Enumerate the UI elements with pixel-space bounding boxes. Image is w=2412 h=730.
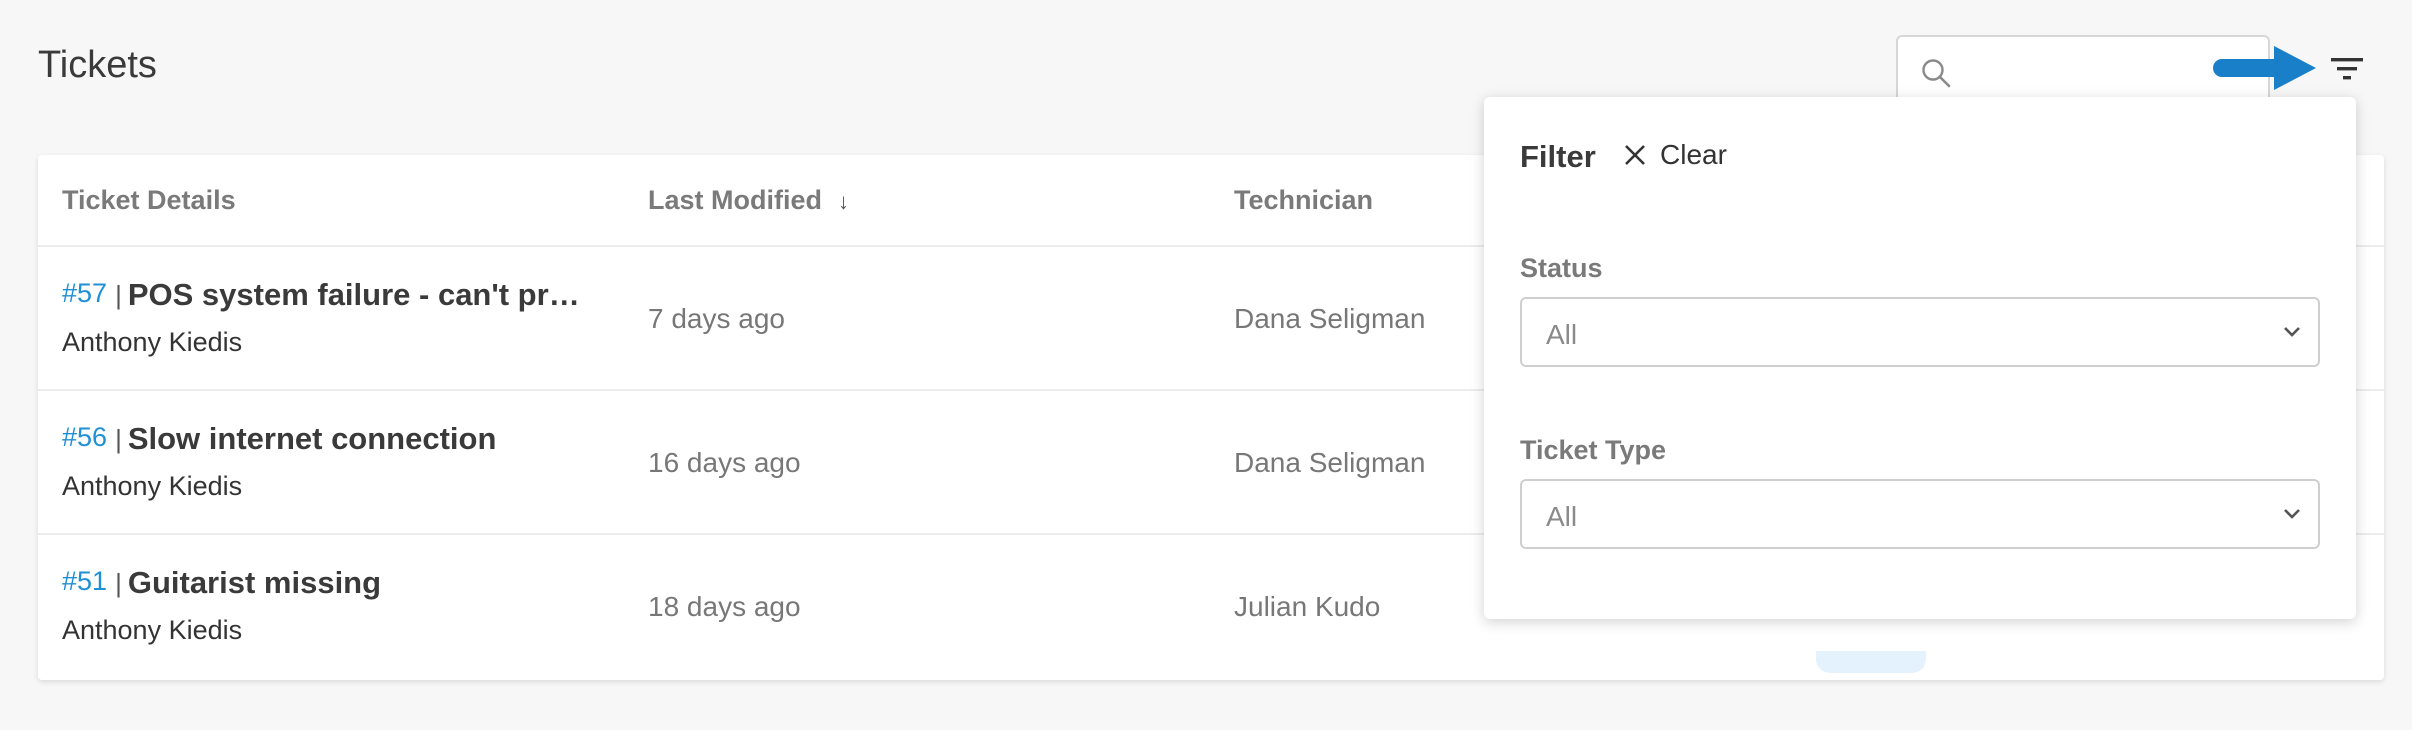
ticket-technician: Dana Seligman	[1234, 447, 1426, 478]
clear-filter-button[interactable]: Clear	[1624, 139, 1727, 171]
status-select-value: All	[1546, 319, 1578, 350]
annotation-arrow-icon	[2213, 46, 2316, 90]
filter-toggle-button[interactable]	[2322, 44, 2372, 94]
search-input[interactable]	[1962, 47, 2252, 91]
ticket-type-select[interactable]: All	[1520, 479, 2320, 549]
ticket-last-modified: 16 days ago	[648, 447, 801, 478]
search-icon	[1922, 59, 1951, 88]
filter-panel: Filter Clear Status All Ticket Type All	[1484, 97, 2356, 619]
ticket-requester: Anthony Kiedis	[62, 615, 243, 645]
ticket-requester: Anthony Kiedis	[62, 471, 243, 501]
ticket-requester: Anthony Kiedis	[62, 327, 243, 357]
column-header-ticket-details: Ticket Details	[62, 185, 236, 215]
clear-filter-label: Clear	[1660, 139, 1727, 170]
column-header-last-modified[interactable]: Last Modified ↓	[648, 185, 849, 216]
ticket-technician: Julian Kudo	[1234, 591, 1381, 622]
ticket-title[interactable]: POS system failure - can't process payme…	[128, 277, 596, 313]
ticket-technician: Dana Seligman	[1234, 303, 1426, 334]
ticket-number-link[interactable]: #51	[62, 566, 107, 596]
chevron-down-icon	[2284, 509, 2300, 519]
separator: |	[115, 424, 122, 454]
ticket-heading: #51 | Guitarist missing	[62, 565, 381, 601]
ticket-heading: #56 | Slow internet connection	[62, 421, 496, 457]
ticket-number-link[interactable]: #56	[62, 422, 107, 452]
status-filter-label: Status	[1520, 253, 1603, 283]
ticket-last-modified: 7 days ago	[648, 303, 785, 334]
column-header-technician: Technician	[1234, 185, 1374, 215]
separator: |	[115, 280, 122, 310]
ticket-heading: #57 |POS system failure - can't process p…	[62, 277, 596, 313]
status-select[interactable]: All	[1520, 297, 2320, 367]
filter-title: Filter	[1520, 139, 1596, 174]
ticket-last-modified: 18 days ago	[648, 591, 801, 622]
sort-arrow-icon: ↓	[838, 189, 849, 214]
status-badge	[1816, 651, 1926, 673]
ticket-title[interactable]: Guitarist missing	[128, 565, 381, 601]
separator: |	[115, 568, 122, 598]
chevron-down-icon	[2284, 327, 2300, 337]
page-title: Tickets	[38, 44, 157, 86]
filter-icon	[2331, 58, 2363, 80]
ticket-type-filter-label: Ticket Type	[1520, 435, 1667, 465]
ticket-title[interactable]: Slow internet connection	[128, 421, 497, 457]
ticket-number-link[interactable]: #57	[62, 278, 107, 308]
ticket-type-select-value: All	[1546, 501, 1578, 532]
close-icon	[1625, 145, 1645, 165]
